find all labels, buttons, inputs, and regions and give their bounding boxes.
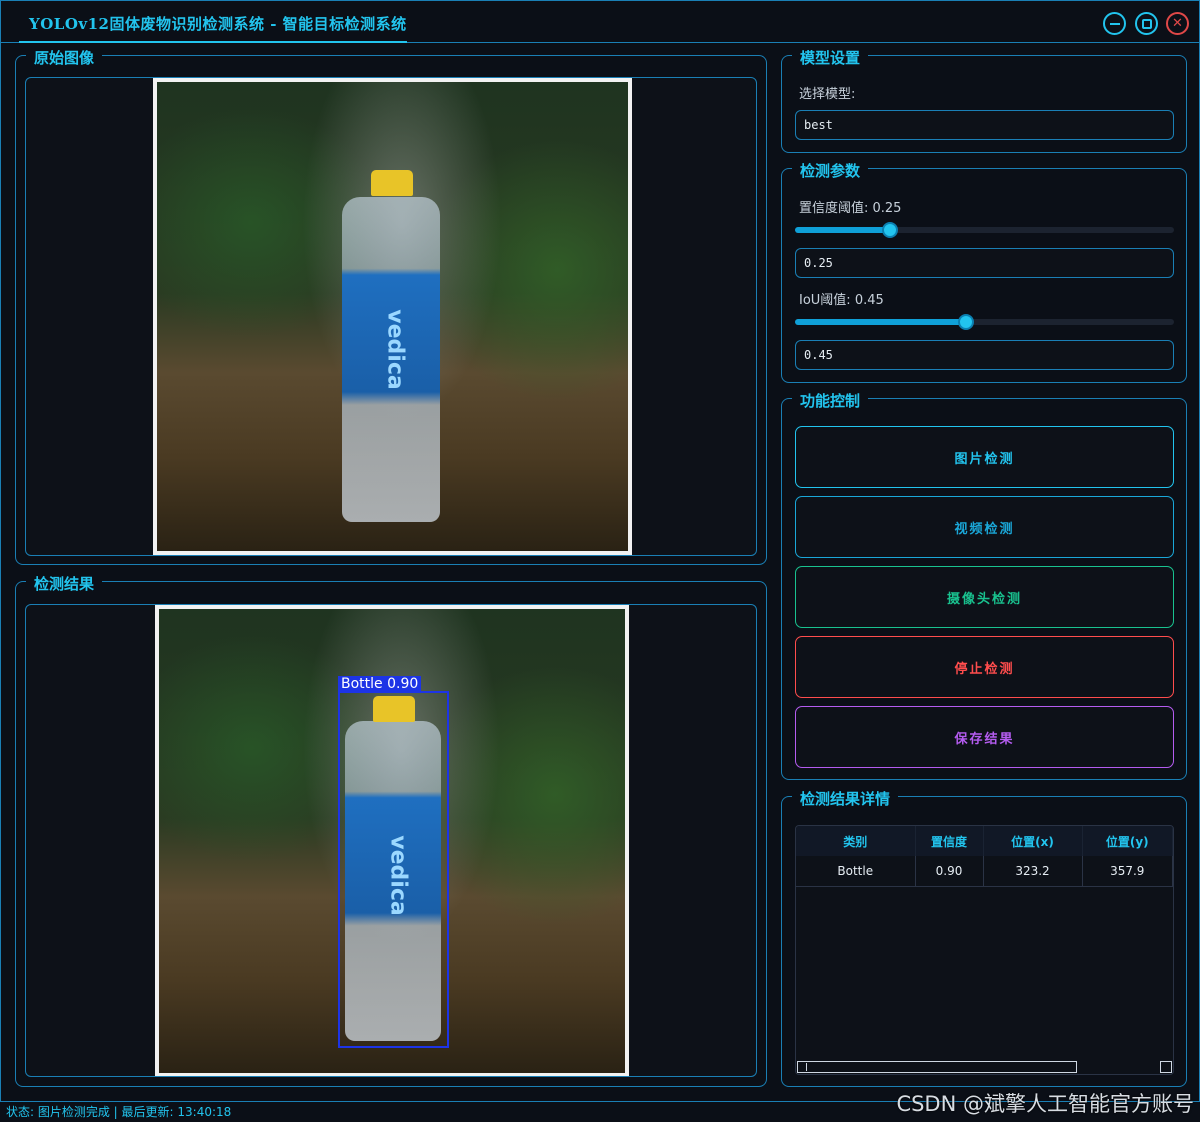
result-photo: vedica Bottle 0.90 [155,605,629,1076]
title-bar: YOLOv12固体废物识别检测系统 - 智能目标检测系统 ✕ [1,1,1199,43]
iou-threshold-label: IoU阈值: 0.45 [799,293,884,308]
model-settings-group: 模型设置 选择模型: best [781,47,1187,153]
confidence-slider-handle[interactable] [881,222,898,238]
cell-y: 357.9 [1082,856,1173,887]
select-model-label: 选择模型: [799,87,856,102]
results-detail-title: 检测结果详情 [792,788,899,809]
column-header-x[interactable]: 位置(x) [983,826,1083,856]
maximize-button[interactable] [1135,12,1158,35]
table-header-row: 类别 置信度 位置(x) 位置(y) [796,826,1173,856]
iou-slider[interactable] [795,314,1174,330]
results-detail-group: 检测结果详情 类别 置信度 位置(x) 位置(y) Bottle 0.90 32… [781,788,1187,1087]
bottle-cap [371,170,413,196]
cell-class: Bottle [796,856,916,887]
app-window: YOLOv12固体废物识别检测系统 - 智能目标检测系统 ✕ 原始图像 vedi… [0,0,1200,1102]
function-control-title: 功能控制 [792,390,869,411]
watermark: CSDN @斌擎人工智能官方账号 [896,1092,1194,1116]
original-image-title: 原始图像 [26,47,103,68]
table-row[interactable]: Bottle 0.90 323.2 357.9 [796,856,1173,887]
column-header-y[interactable]: 位置(y) [1082,826,1173,856]
scroll-corner [1160,1061,1172,1073]
detection-box [338,691,449,1048]
scroll-left-arrow-icon[interactable] [799,1063,807,1071]
image-detection-button[interactable]: 图片检测 [795,426,1174,488]
confidence-input[interactable]: 0.25 [795,248,1174,278]
video-detection-button[interactable]: 视频检测 [795,496,1174,558]
save-results-button[interactable]: 保存结果 [795,706,1174,768]
maximize-icon [1141,18,1152,29]
column-header-class[interactable]: 类别 [796,826,916,856]
detection-params-group: 检测参数 置信度阈值: 0.25 0.25 IoU阈值: 0.45 0.45 [781,160,1187,383]
close-button[interactable]: ✕ [1166,12,1189,35]
iou-slider-fill [795,319,966,325]
results-table: 类别 置信度 位置(x) 位置(y) Bottle 0.90 323.2 357… [796,826,1173,887]
camera-detection-button[interactable]: 摄像头检测 [795,566,1174,628]
stop-detection-button[interactable]: 停止检测 [795,636,1174,698]
detection-result-group: 检测结果 vedica Bottle 0.90 [15,573,767,1087]
bottle-brand-text: vedica [382,309,408,390]
result-image-frame: vedica Bottle 0.90 [25,604,757,1077]
original-photo: vedica [153,78,632,555]
detection-result-title: 检测结果 [26,573,103,594]
window-title: YOLOv12固体废物识别检测系统 - 智能目标检测系统 [29,15,407,33]
cell-x: 323.2 [983,856,1083,887]
confidence-threshold-label: 置信度阈值: 0.25 [799,201,902,216]
iou-input[interactable]: 0.45 [795,340,1174,370]
minimize-button[interactable] [1103,12,1126,35]
detection-params-title: 检测参数 [792,160,869,181]
cell-confidence: 0.90 [915,856,984,887]
function-control-group: 功能控制 图片检测 视频检测 摄像头检测 停止检测 保存结果 [781,390,1187,780]
confidence-slider-fill [795,227,890,233]
title-underline [19,41,407,43]
results-table-container: 类别 置信度 位置(x) 位置(y) Bottle 0.90 323.2 357… [795,825,1174,1075]
confidence-slider[interactable] [795,222,1174,238]
minimize-icon [1109,22,1120,25]
horizontal-scrollbar[interactable] [797,1061,1077,1073]
model-select[interactable]: best [795,110,1174,140]
iou-slider-handle[interactable] [957,314,974,330]
column-header-confidence[interactable]: 置信度 [915,826,984,856]
original-image-group: 原始图像 vedica [15,47,767,565]
original-image-frame: vedica [25,77,757,556]
detection-box-label: Bottle 0.90 [338,676,422,692]
model-settings-title: 模型设置 [792,47,869,68]
close-icon: ✕ [1172,16,1183,31]
